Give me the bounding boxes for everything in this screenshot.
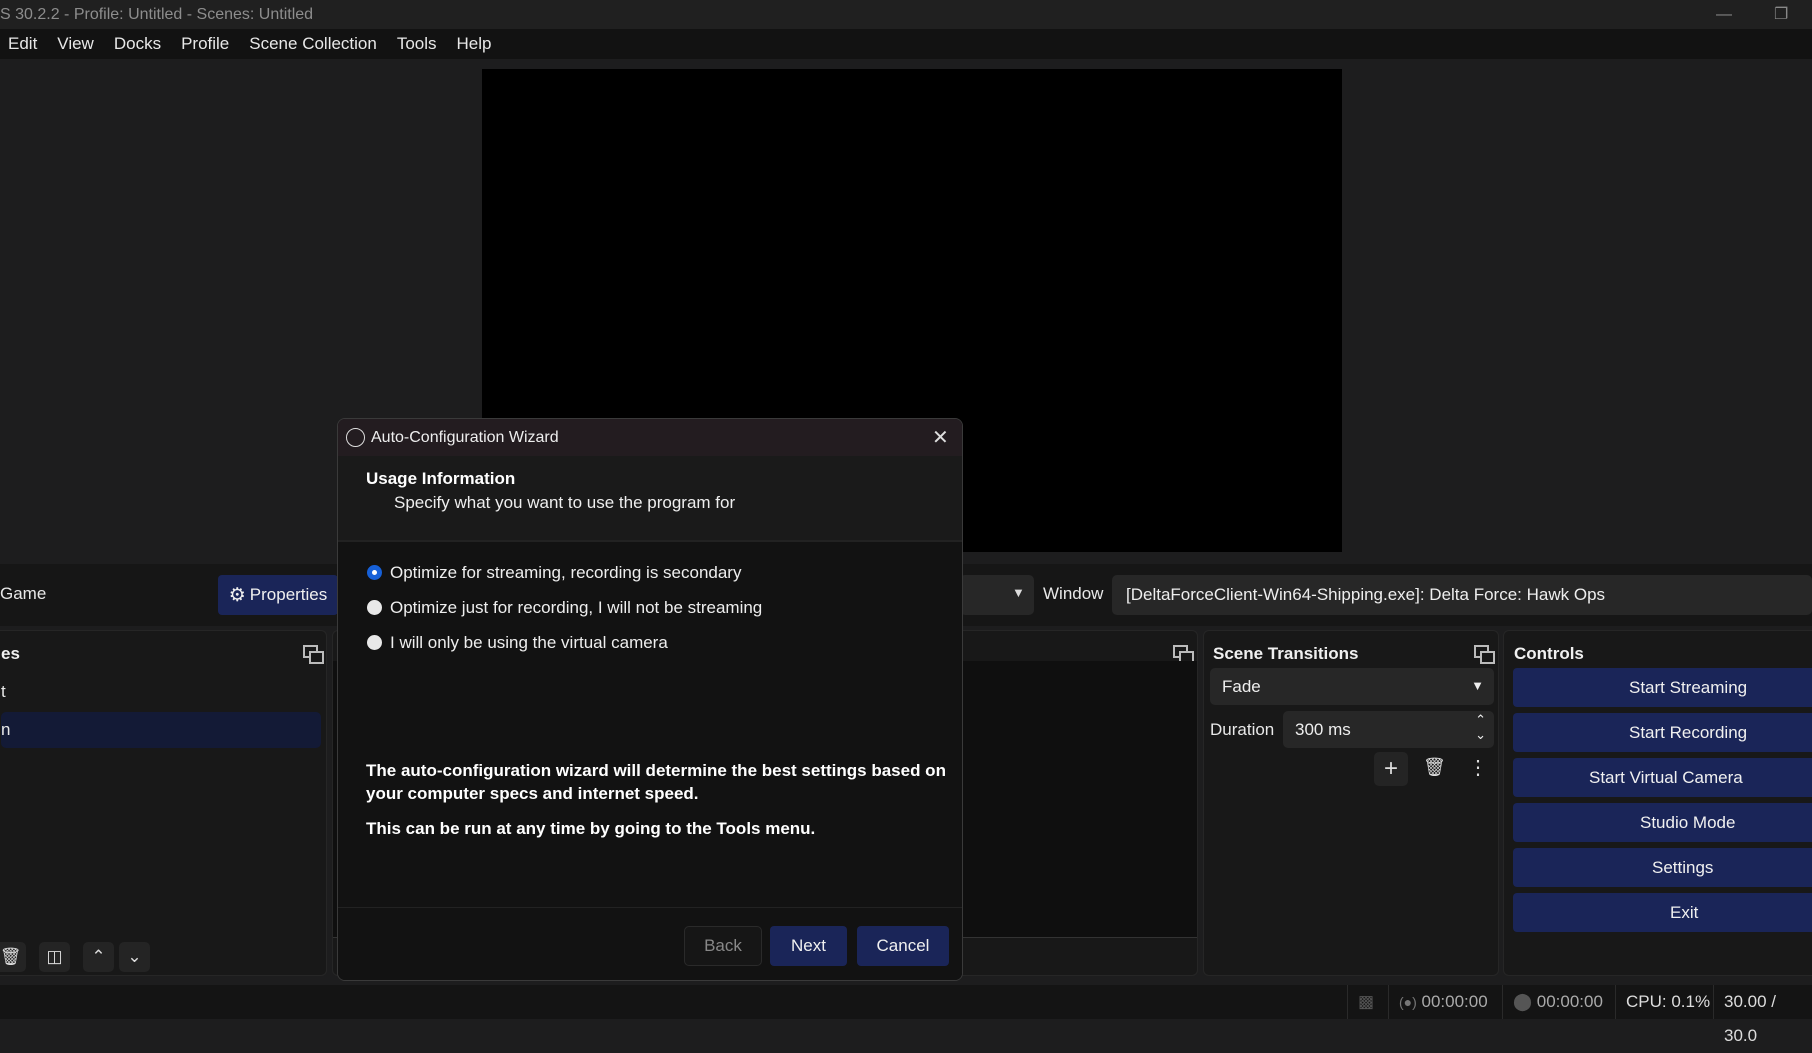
- scene-item[interactable]: t: [1, 675, 321, 709]
- exit-button[interactable]: Exit: [1513, 893, 1812, 932]
- spin-down-icon[interactable]: ⌄: [1475, 727, 1486, 743]
- title-bar: S 30.2.2 - Profile: Untitled - Scenes: U…: [0, 0, 1812, 29]
- caret-down-icon: ▼: [1012, 585, 1025, 600]
- dialog-title-bar: Auto-Configuration Wizard ✕: [338, 419, 962, 456]
- controls-dock: Controls Start Streaming Start Recording…: [1503, 630, 1812, 976]
- settings-button[interactable]: Settings: [1513, 848, 1812, 887]
- record-status: ⬤ 00:00:00: [1502, 985, 1615, 1019]
- dialog-footer: Back Next Cancel: [338, 907, 962, 980]
- filter-icon[interactable]: ◫: [39, 942, 70, 972]
- menu-bar: Edit View Docks Profile Scene Collection…: [0, 29, 1812, 59]
- stream-status: (●) 00:00:00: [1388, 985, 1502, 1019]
- scenes-dock-title: es: [1, 644, 20, 663]
- undock-icon[interactable]: [303, 645, 324, 664]
- undock-icon[interactable]: [1173, 645, 1194, 664]
- record-dot-icon: ⬤: [1513, 992, 1533, 1011]
- menu-help[interactable]: Help: [447, 34, 502, 54]
- window-value: [DeltaForceClient-Win64-Shipping.exe]: D…: [1126, 585, 1606, 604]
- back-button[interactable]: Back: [684, 926, 762, 966]
- tools-info-text: This can be run at any time by going to …: [366, 819, 816, 838]
- gear-icon: ⚙: [228, 584, 246, 606]
- controls-title: Controls: [1514, 644, 1584, 663]
- properties-button[interactable]: ⚙ Properties: [218, 575, 338, 615]
- duration-spinbox[interactable]: 300 ms ⌃ ⌄: [1283, 711, 1494, 748]
- stream-time: 00:00:00: [1421, 992, 1488, 1011]
- dialog-title: Auto-Configuration Wizard: [371, 428, 559, 446]
- studio-mode-button[interactable]: Studio Mode: [1513, 803, 1812, 842]
- broadcast-icon: (●): [1399, 994, 1417, 1010]
- trash-icon[interactable]: 🗑: [0, 942, 26, 972]
- add-icon[interactable]: +: [1374, 752, 1408, 786]
- scene-item-selected[interactable]: n: [1, 712, 321, 748]
- dialog-header: Usage Information Specify what you want …: [338, 456, 962, 542]
- window-type-dropdown[interactable]: ▼: [960, 575, 1034, 615]
- menu-view[interactable]: View: [47, 34, 104, 54]
- transition-select[interactable]: Fade ▼: [1210, 668, 1494, 705]
- page-heading: Usage Information: [366, 469, 516, 488]
- move-up-icon[interactable]: ⌃: [83, 942, 114, 972]
- trash-icon[interactable]: 🗑: [1423, 757, 1446, 778]
- duration-value: 300 ms: [1295, 720, 1351, 739]
- menu-docks[interactable]: Docks: [104, 34, 171, 54]
- next-button[interactable]: Next: [770, 926, 847, 966]
- option-streaming[interactable]: Optimize for streaming, recording is sec…: [390, 563, 741, 583]
- menu-tools[interactable]: Tools: [387, 34, 447, 54]
- window-label: Window: [1043, 584, 1104, 603]
- menu-scene-collection[interactable]: Scene Collection: [239, 34, 387, 54]
- info-text: The auto-configuration wizard will deter…: [366, 761, 946, 803]
- menu-edit[interactable]: Edit: [0, 34, 47, 54]
- minimize-button[interactable]: —: [1716, 0, 1732, 29]
- window-select[interactable]: [DeltaForceClient-Win64-Shipping.exe]: D…: [1112, 575, 1812, 615]
- radio-streaming[interactable]: [367, 565, 382, 580]
- scene-item-label: n: [1, 720, 11, 739]
- scene-transitions-title: Scene Transitions: [1213, 644, 1359, 663]
- duration-label: Duration: [1210, 720, 1275, 739]
- start-streaming-button[interactable]: Start Streaming: [1513, 668, 1812, 707]
- undock-icon[interactable]: [1474, 645, 1495, 664]
- menu-profile[interactable]: Profile: [171, 34, 239, 54]
- close-icon[interactable]: ✕: [932, 425, 949, 450]
- radio-recording[interactable]: [367, 600, 382, 615]
- scene-item-label: t: [1, 682, 6, 701]
- window-title: S 30.2.2 - Profile: Untitled - Scenes: U…: [0, 6, 314, 23]
- obs-logo-icon: [346, 428, 365, 447]
- record-time: 00:00:00: [1536, 992, 1603, 1011]
- page-subheading: Specify what you want to use the program…: [394, 493, 736, 512]
- cpu-usage: CPU: 0.1%: [1615, 985, 1713, 1019]
- radio-virtual-camera[interactable]: [367, 635, 382, 650]
- start-virtual-camera-button[interactable]: Start Virtual Camera: [1513, 758, 1812, 797]
- caret-down-icon: ▼: [1471, 678, 1484, 693]
- scenes-dock: es t n 🗑 ◫ ⌃ ⌄: [0, 630, 327, 976]
- fps: 30.00 / 30.0: [1713, 985, 1812, 1045]
- status-bar: ▩ (●) 00:00:00 ⬤ 00:00:00 CPU: 0.1% 30.0…: [0, 985, 1812, 1045]
- transition-value: Fade: [1222, 677, 1261, 696]
- restore-button[interactable]: ❐: [1774, 0, 1788, 29]
- start-recording-button[interactable]: Start Recording: [1513, 713, 1812, 752]
- move-down-icon[interactable]: ⌄: [119, 942, 150, 972]
- scene-transitions-dock: Scene Transitions Fade ▼ Duration 300 ms…: [1203, 630, 1499, 976]
- signal-icon: ▩: [1347, 985, 1388, 1019]
- spin-up-icon[interactable]: ⌃: [1475, 712, 1486, 728]
- source-name: Game: [0, 584, 47, 603]
- auto-configuration-wizard-dialog: Auto-Configuration Wizard ✕ Usage Inform…: [337, 418, 963, 981]
- more-icon[interactable]: ⋮: [1468, 755, 1488, 780]
- cancel-button[interactable]: Cancel: [857, 926, 949, 966]
- option-recording[interactable]: Optimize just for recording, I will not …: [390, 598, 762, 618]
- properties-label: Properties: [249, 585, 328, 604]
- option-virtual-camera[interactable]: I will only be using the virtual camera: [390, 633, 668, 653]
